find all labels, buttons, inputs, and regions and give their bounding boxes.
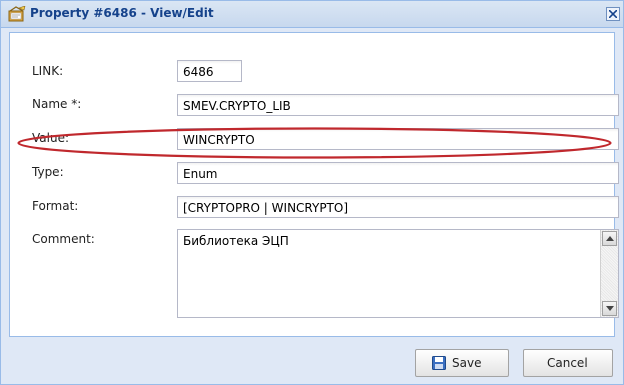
dialog-footer: Save Cancel (1, 341, 623, 384)
name-field[interactable]: SMEV.CRYPTO_LIB (177, 94, 619, 116)
scroll-down-button[interactable] (602, 301, 617, 316)
close-button[interactable] (606, 7, 620, 21)
name-label: Name *: (32, 97, 82, 111)
comment-label: Comment: (32, 232, 95, 246)
save-label: Save (452, 356, 482, 370)
link-label: LINK: (32, 64, 64, 78)
cancel-button[interactable]: Cancel (523, 349, 613, 377)
cancel-label: Cancel (547, 356, 588, 370)
arrow-up-icon (606, 236, 614, 241)
save-button[interactable]: Save (415, 349, 509, 377)
comment-scrollbar[interactable] (600, 230, 618, 317)
close-icon (609, 10, 617, 18)
comment-text: Библиотека ЭЦП (183, 234, 289, 248)
format-field[interactable]: [CRYPTOPRO | WINCRYPTO] (177, 196, 619, 218)
scroll-up-button[interactable] (602, 231, 617, 246)
comment-textarea[interactable]: Библиотека ЭЦП (177, 229, 619, 318)
format-label: Format: (32, 199, 79, 213)
form-panel: LINK: 6486 Name *: SMEV.CRYPTO_LIB Value… (9, 32, 619, 337)
property-edit-icon (8, 5, 26, 22)
arrow-down-icon (606, 306, 614, 311)
title-bar[interactable]: Property #6486 - View/Edit (1, 1, 623, 28)
value-highlight-oval (17, 127, 612, 159)
type-field[interactable]: Enum (177, 162, 619, 184)
link-field[interactable]: 6486 (177, 60, 242, 82)
property-dialog: Property #6486 - View/Edit LINK: 6486 Na… (0, 0, 624, 385)
type-label: Type: (32, 165, 64, 179)
floppy-disk-icon (432, 356, 446, 370)
dialog-title: Property #6486 - View/Edit (30, 6, 214, 20)
